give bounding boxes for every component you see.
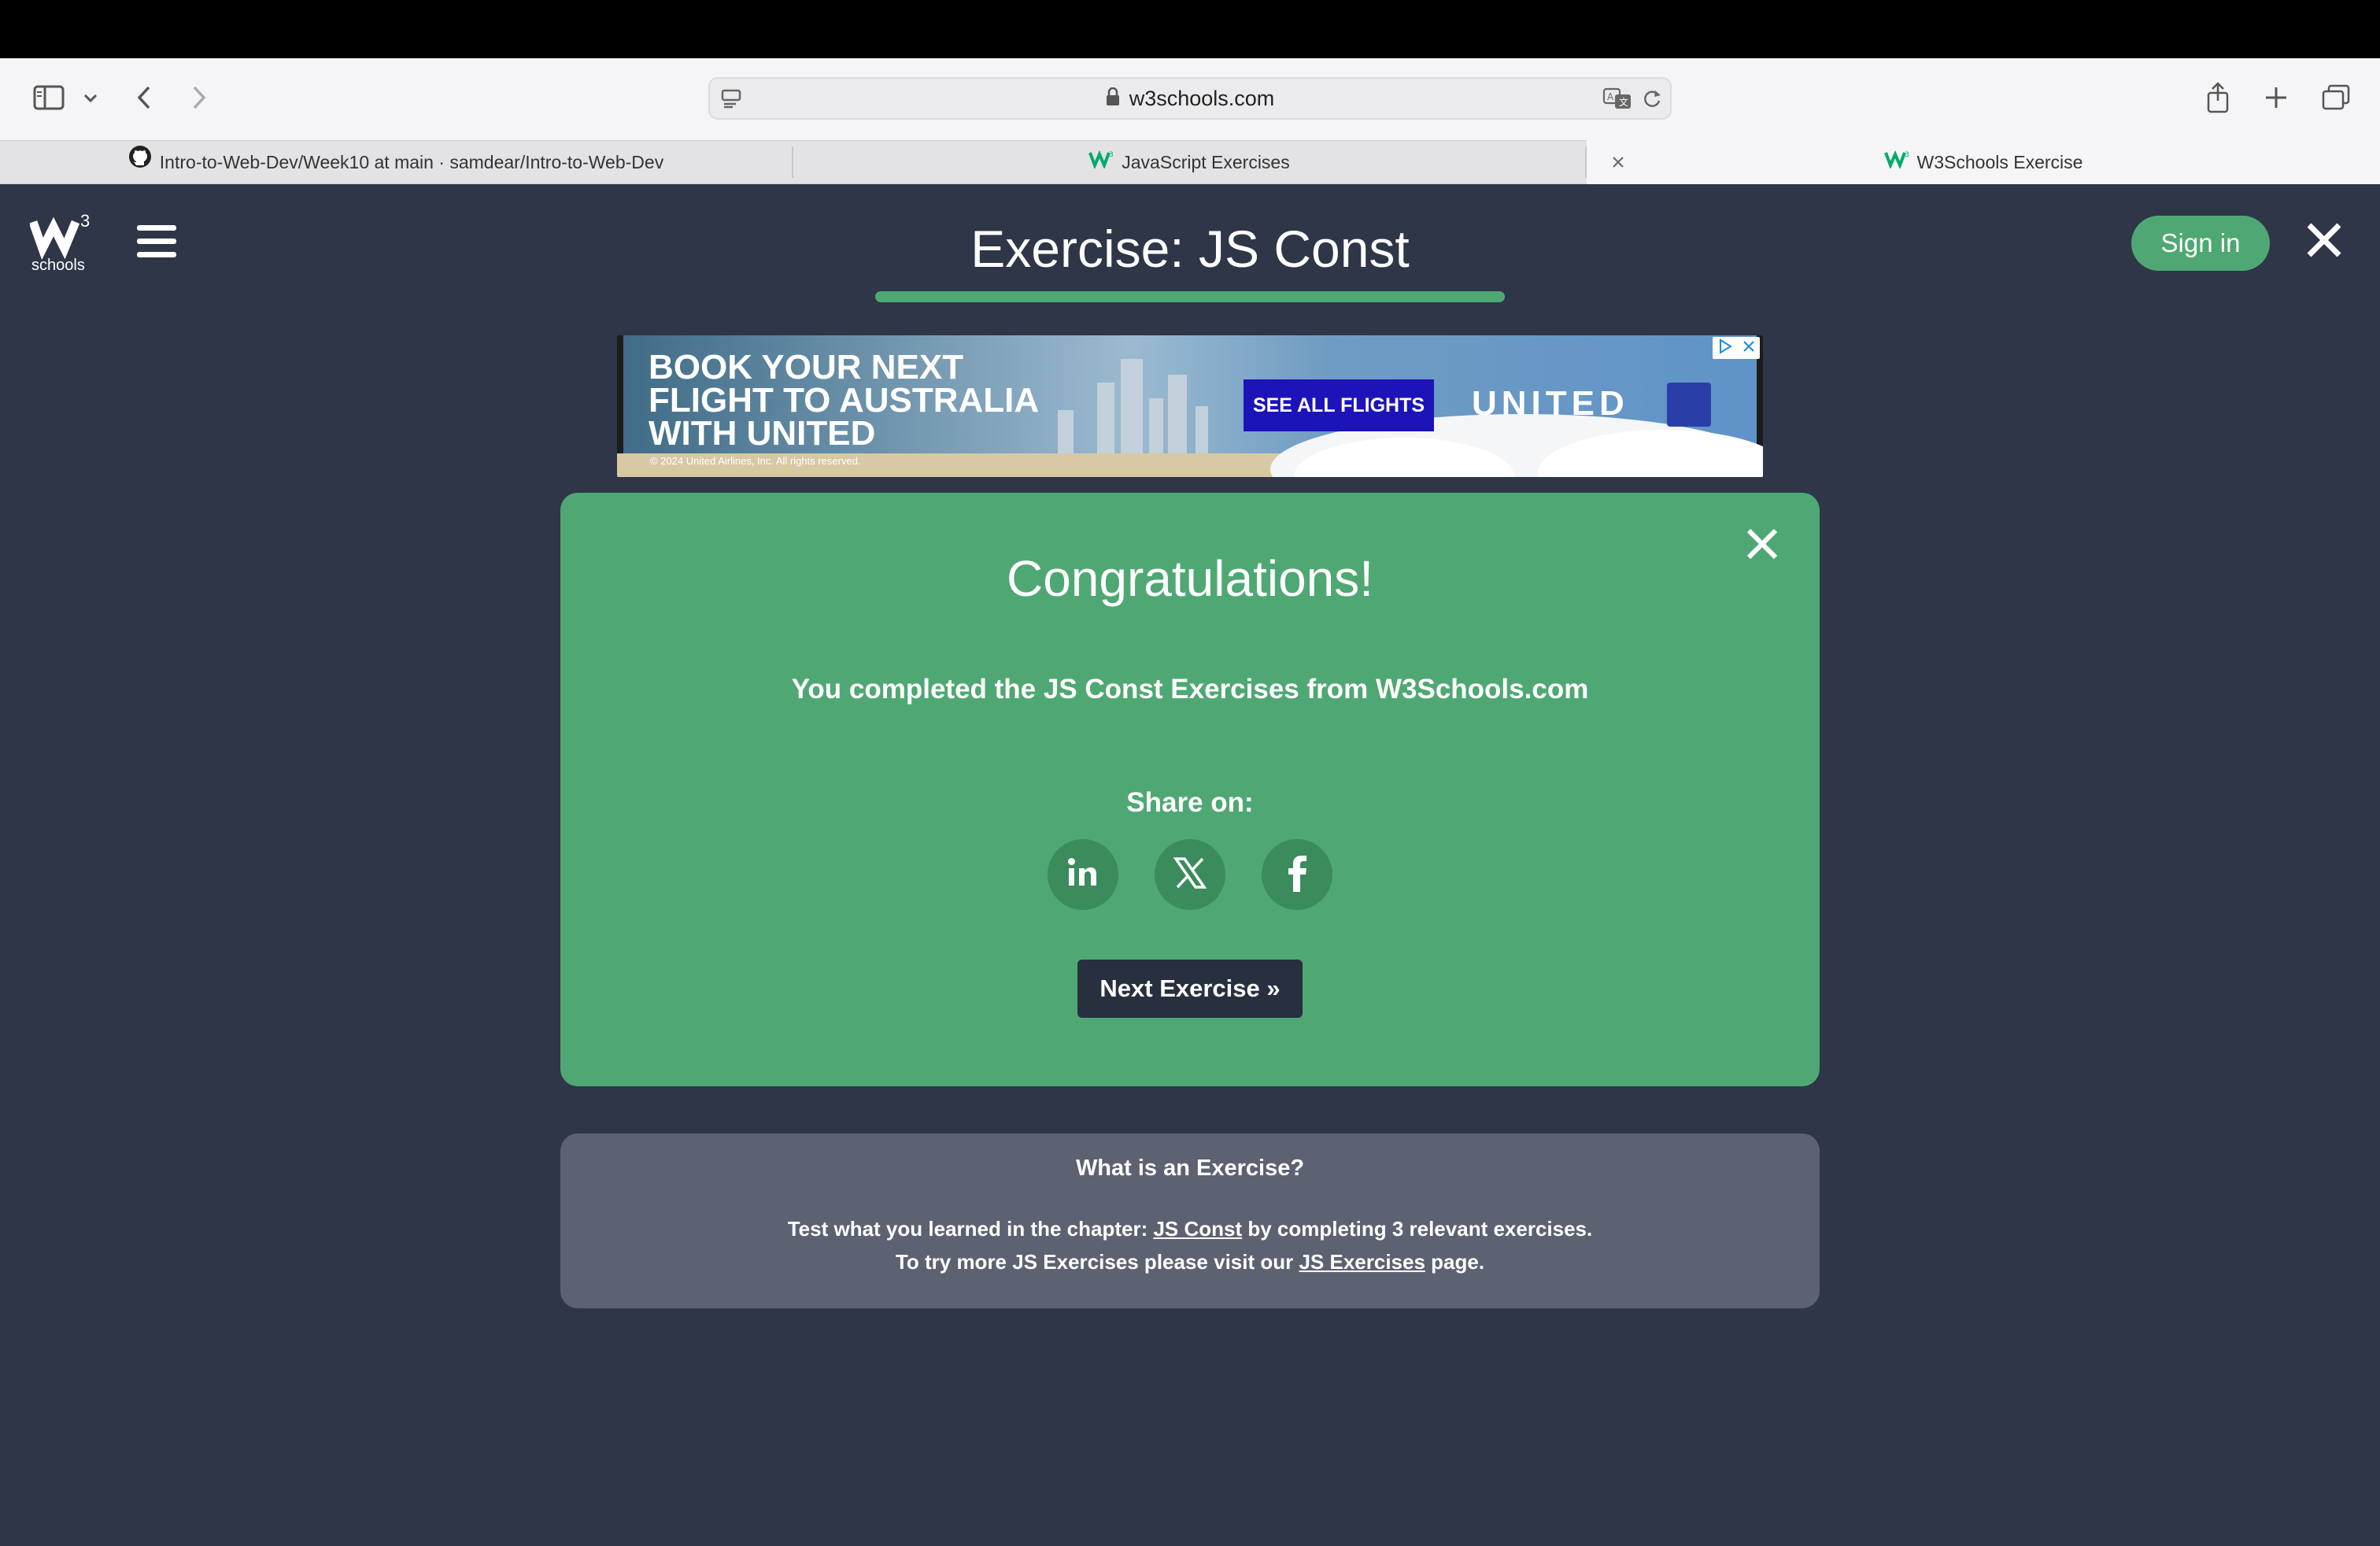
new-tab-icon[interactable] (2260, 82, 2292, 113)
tab-label: JavaScript Exercises (1122, 152, 1290, 172)
ad-copyright: © 2024 United Airlines, Inc. All rights … (650, 455, 861, 467)
tab-label: Intro-to-Web-Dev/Week10 at main · samdea… (159, 152, 664, 172)
url-text: w3schools.com (1129, 86, 1275, 110)
info-text: Test what you learned in the chapter: (787, 1217, 1154, 1241)
x-icon (1173, 856, 1207, 894)
info-text: To try more JS Exercises please visit ou… (895, 1250, 1299, 1274)
facebook-icon (1285, 854, 1309, 896)
ad-cta-button[interactable]: SEE ALL FLIGHTS (1244, 379, 1434, 431)
tab-label: W3Schools Exercise (1916, 152, 2083, 172)
exercise-title: Exercise: JS Const (970, 220, 1410, 278)
w3schools-icon: 3 (1883, 140, 1909, 184)
ad-choices-icon[interactable] (1717, 338, 1734, 359)
progress-bar (875, 291, 1505, 302)
w3schools-logo[interactable]: 3 schools (28, 211, 96, 277)
ad-brand: UNITED (1472, 384, 1629, 423)
share-icon[interactable] (2202, 79, 2234, 117)
sign-in-button[interactable]: Sign in (2131, 216, 2270, 271)
info-line-1: Test what you learned in the chapter: JS… (560, 1217, 1820, 1241)
sidebar-toggle-icon[interactable] (31, 83, 66, 112)
facebook-share-button[interactable] (1262, 839, 1332, 910)
hamburger-menu-icon[interactable] (137, 225, 176, 263)
ad-headline-2: FLIGHT TO AUSTRALIA (649, 381, 1040, 420)
address-text-container: w3schools.com (708, 77, 1672, 120)
linkedin-share-button[interactable] (1048, 839, 1118, 910)
w3schools-icon: 3 (1088, 140, 1114, 184)
github-icon (128, 140, 152, 184)
tab-close-icon[interactable] (1602, 140, 1634, 184)
svg-text:A: A (1607, 91, 1614, 102)
info-line-2: To try more JS Exercises please visit ou… (560, 1250, 1820, 1274)
lock-icon (1106, 87, 1120, 110)
info-text: page. (1425, 1250, 1485, 1274)
linkedin-icon (1065, 855, 1101, 895)
ad-choices[interactable] (1713, 337, 1760, 359)
ad-close-icon[interactable] (1742, 339, 1756, 357)
logo-superscript: 3 (80, 211, 91, 231)
united-globe-icon (1667, 383, 1711, 427)
screen-top-bar (0, 0, 2380, 58)
ad-headline-3: WITH UNITED (649, 414, 876, 453)
advertisement-banner[interactable]: BOOK YOUR NEXT FLIGHT TO AUSTRALIA WITH … (617, 335, 1763, 477)
ad-headline-1: BOOK YOUR NEXT (649, 348, 964, 386)
tab-javascript-exercises[interactable]: 3 JavaScript Exercises (793, 140, 1585, 184)
info-text: by completing 3 relevant exercises. (1242, 1217, 1593, 1241)
translate-icon[interactable]: A文 (1601, 85, 1634, 112)
close-icon[interactable] (2303, 219, 2345, 261)
share-label: Share on: (1126, 787, 1254, 818)
forward-icon[interactable] (186, 82, 213, 113)
congratulations-heading: Congratulations! (1006, 550, 1374, 607)
js-const-link[interactable]: JS Const (1153, 1217, 1242, 1241)
completion-message: You completed the JS Const Exercises fro… (791, 674, 1589, 705)
chevron-down-icon[interactable] (80, 88, 101, 109)
back-icon[interactable] (131, 82, 157, 113)
x-share-button[interactable] (1155, 839, 1225, 910)
logo-text: schools (31, 257, 85, 274)
tab-w3schools-exercise[interactable]: 3 W3Schools Exercise (1587, 140, 2380, 184)
tab-overview-icon[interactable] (2319, 82, 2353, 113)
svg-text:3: 3 (1905, 151, 1909, 159)
svg-text:3: 3 (1109, 151, 1114, 159)
js-exercises-link[interactable]: JS Exercises (1299, 1250, 1425, 1274)
next-exercise-button[interactable]: Next Exercise » (1077, 960, 1303, 1018)
svg-text:文: 文 (1619, 96, 1628, 108)
info-title: What is an Exercise? (1075, 1156, 1305, 1181)
tab-github[interactable]: Intro-to-Web-Dev/Week10 at main · samdea… (0, 140, 792, 184)
reload-icon[interactable] (1639, 85, 1665, 112)
